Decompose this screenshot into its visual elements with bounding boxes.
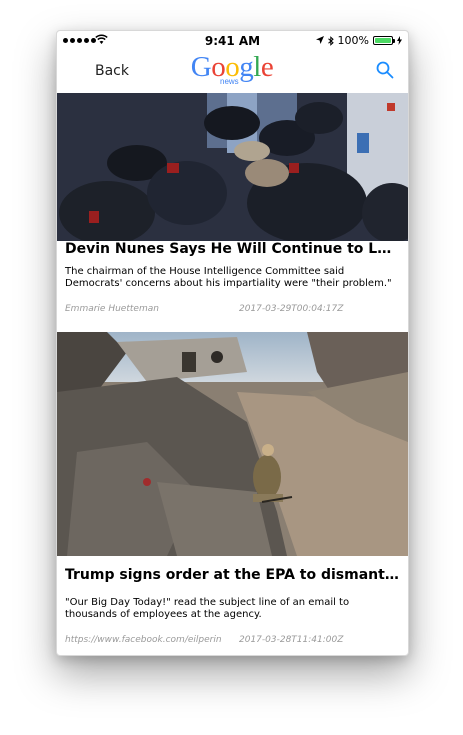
- google-news-logo: Google news: [182, 52, 282, 90]
- article-date: 2017-03-28T11:41:00Z: [239, 635, 344, 645]
- back-button[interactable]: Back: [95, 63, 129, 79]
- police-crowd-photo[interactable]: [57, 93, 408, 241]
- article-source: Emmarie Huetteman: [65, 304, 159, 314]
- charging-icon: [397, 36, 402, 45]
- article-date: 2017-03-29T00:04:17Z: [239, 304, 344, 314]
- rubble-photo[interactable]: [57, 332, 408, 556]
- logo-subtitle: news: [220, 77, 239, 86]
- location-icon: [315, 36, 324, 44]
- status-bar: 9:41 AM 100%: [57, 31, 408, 51]
- article-summary: "Our Big Day Today!" read the subject li…: [65, 597, 350, 620]
- article-title[interactable]: Devin Nunes Says He Will Continue to Lea…: [65, 241, 400, 257]
- article-title[interactable]: Trump signs order at the EPA to dismantl…: [65, 567, 400, 583]
- phone-screen: 9:41 AM 100% Back Google news Devin Nune…: [56, 30, 409, 656]
- article-summary: The chairman of the House Intelligence C…: [65, 266, 392, 289]
- logo-letter: l: [253, 51, 261, 83]
- logo-letter: g: [239, 51, 254, 83]
- article-card[interactable]: Devin Nunes Says He Will Continue to Lea…: [57, 93, 408, 332]
- bluetooth-icon: [327, 35, 334, 46]
- status-right: 100%: [315, 34, 402, 47]
- article-source: https://www.facebook.com/eilperin: [65, 635, 222, 645]
- logo-letter: e: [260, 51, 274, 83]
- news-feed[interactable]: Devin Nunes Says He Will Continue to Lea…: [57, 93, 408, 655]
- battery-percent: 100%: [337, 34, 369, 47]
- navigation-bar: Back Google news: [57, 51, 408, 93]
- logo-letter: G: [190, 51, 212, 83]
- battery-icon: [373, 36, 395, 45]
- article-card[interactable]: Trump signs order at the EPA to dismantl…: [57, 332, 408, 655]
- search-icon[interactable]: [376, 61, 394, 79]
